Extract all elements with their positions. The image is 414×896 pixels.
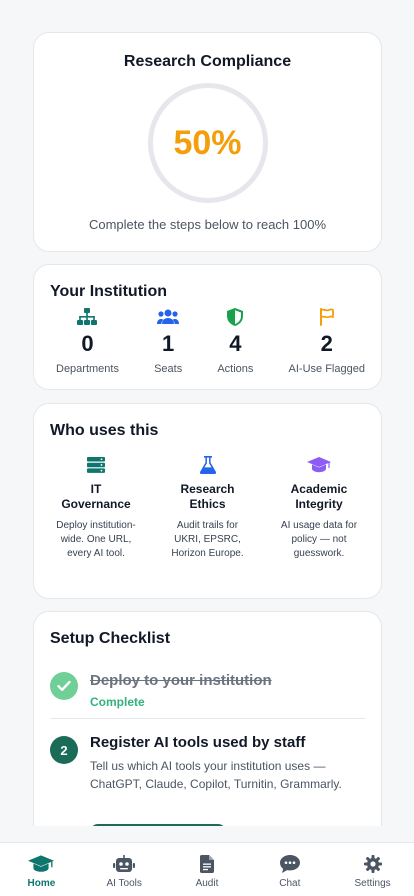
step-status: Complete <box>90 695 145 709</box>
who-column-name: Academic Integrity <box>290 482 348 511</box>
org-chart-icon <box>77 307 98 327</box>
who-uses-card: Who uses this IT Governance Deploy insti… <box>33 403 382 599</box>
robot-icon <box>113 855 136 873</box>
nav-chat[interactable]: Chat <box>249 843 331 889</box>
nav-audit[interactable]: Audit <box>166 843 248 889</box>
page: Research Compliance 50% Complete the ste… <box>0 0 414 896</box>
who-uses-title: Who uses this <box>50 422 159 439</box>
flag-icon <box>319 307 335 327</box>
checklist-step-2[interactable]: 2 Register AI tools used by staff Tell u… <box>50 734 365 826</box>
stat-value: 0 <box>81 331 94 356</box>
server-icon <box>87 456 105 474</box>
nav-label: Home <box>27 878 56 889</box>
step-title: Register AI tools used by staff <box>90 734 306 751</box>
step-action-button[interactable] <box>90 824 226 826</box>
main-scroll-area[interactable]: Research Compliance 50% Complete the ste… <box>0 0 414 826</box>
who-column-desc: AI usage data for policy — not guesswork… <box>280 520 358 559</box>
gear-icon <box>363 855 382 873</box>
graduation-cap-icon <box>307 456 331 474</box>
compliance-card: Research Compliance 50% Complete the ste… <box>33 32 382 252</box>
chat-icon <box>279 855 300 873</box>
nav-label: Settings <box>354 878 391 889</box>
stat-actions[interactable]: 4 Actions <box>217 307 253 375</box>
stat-departments[interactable]: 0 Departments <box>56 307 119 375</box>
who-column-desc: Deploy institution-wide. One URL, every … <box>56 520 136 559</box>
stat-label: AI-Use Flagged <box>288 363 365 375</box>
compliance-title: Research Compliance <box>123 53 292 70</box>
who-column-name: IT Governance <box>61 482 131 511</box>
stat-label: Actions <box>217 363 254 375</box>
document-icon <box>199 855 214 873</box>
stat-value: 2 <box>320 331 333 356</box>
step-number-badge: 2 <box>50 736 78 764</box>
stat-seats[interactable]: 1 Seats <box>154 307 182 375</box>
institution-title: Your Institution <box>50 283 168 300</box>
step-description: Tell us which AI tools your institution … <box>90 759 342 791</box>
setup-checklist-card: Setup Checklist Deploy to your instituti… <box>33 611 382 826</box>
stat-label: Seats <box>154 363 183 375</box>
institution-card: Your Institution 0 Departments 1 Seats 4… <box>33 264 382 390</box>
stat-ai-use-flagged[interactable]: 2 AI-Use Flagged <box>289 307 365 375</box>
stat-label: Departments <box>56 363 119 375</box>
graduation-cap-icon <box>28 855 55 873</box>
nav-label: Chat <box>279 878 301 889</box>
who-column-name: Research Ethics <box>180 482 235 511</box>
nav-ai-tools[interactable]: AI Tools <box>83 843 165 889</box>
nav-home[interactable]: Home <box>0 843 82 889</box>
nav-label: Audit <box>195 878 219 889</box>
nav-label: AI Tools <box>106 878 142 889</box>
compliance-percent: 50% <box>173 123 242 162</box>
checklist-title: Setup Checklist <box>50 630 171 647</box>
divider <box>50 718 365 719</box>
bottom-nav: Home AI Tools Audit Chat Settings <box>0 842 414 896</box>
checklist-step-1[interactable]: Deploy to your institution Complete <box>50 672 365 709</box>
flask-icon <box>199 456 216 474</box>
shield-icon <box>227 307 244 327</box>
who-column-research-ethics: Research Ethics Audit trails for UKRI, E… <box>156 456 260 561</box>
stat-value: 1 <box>162 331 175 356</box>
users-icon <box>157 307 180 327</box>
who-column-desc: Audit trails for UKRI, EPSRC, Horizon Eu… <box>171 520 244 559</box>
nav-settings[interactable]: Settings <box>332 843 414 889</box>
check-icon <box>50 672 78 700</box>
compliance-progress-ring: 50% <box>147 83 268 203</box>
step-title: Deploy to your institution <box>90 672 272 689</box>
who-column-academic-integrity: Academic Integrity AI usage data for pol… <box>267 456 371 561</box>
who-column-it-governance: IT Governance Deploy institution-wide. O… <box>44 456 148 561</box>
stat-value: 4 <box>229 331 242 356</box>
compliance-subtitle: Complete the steps below to reach 100% <box>88 217 327 232</box>
